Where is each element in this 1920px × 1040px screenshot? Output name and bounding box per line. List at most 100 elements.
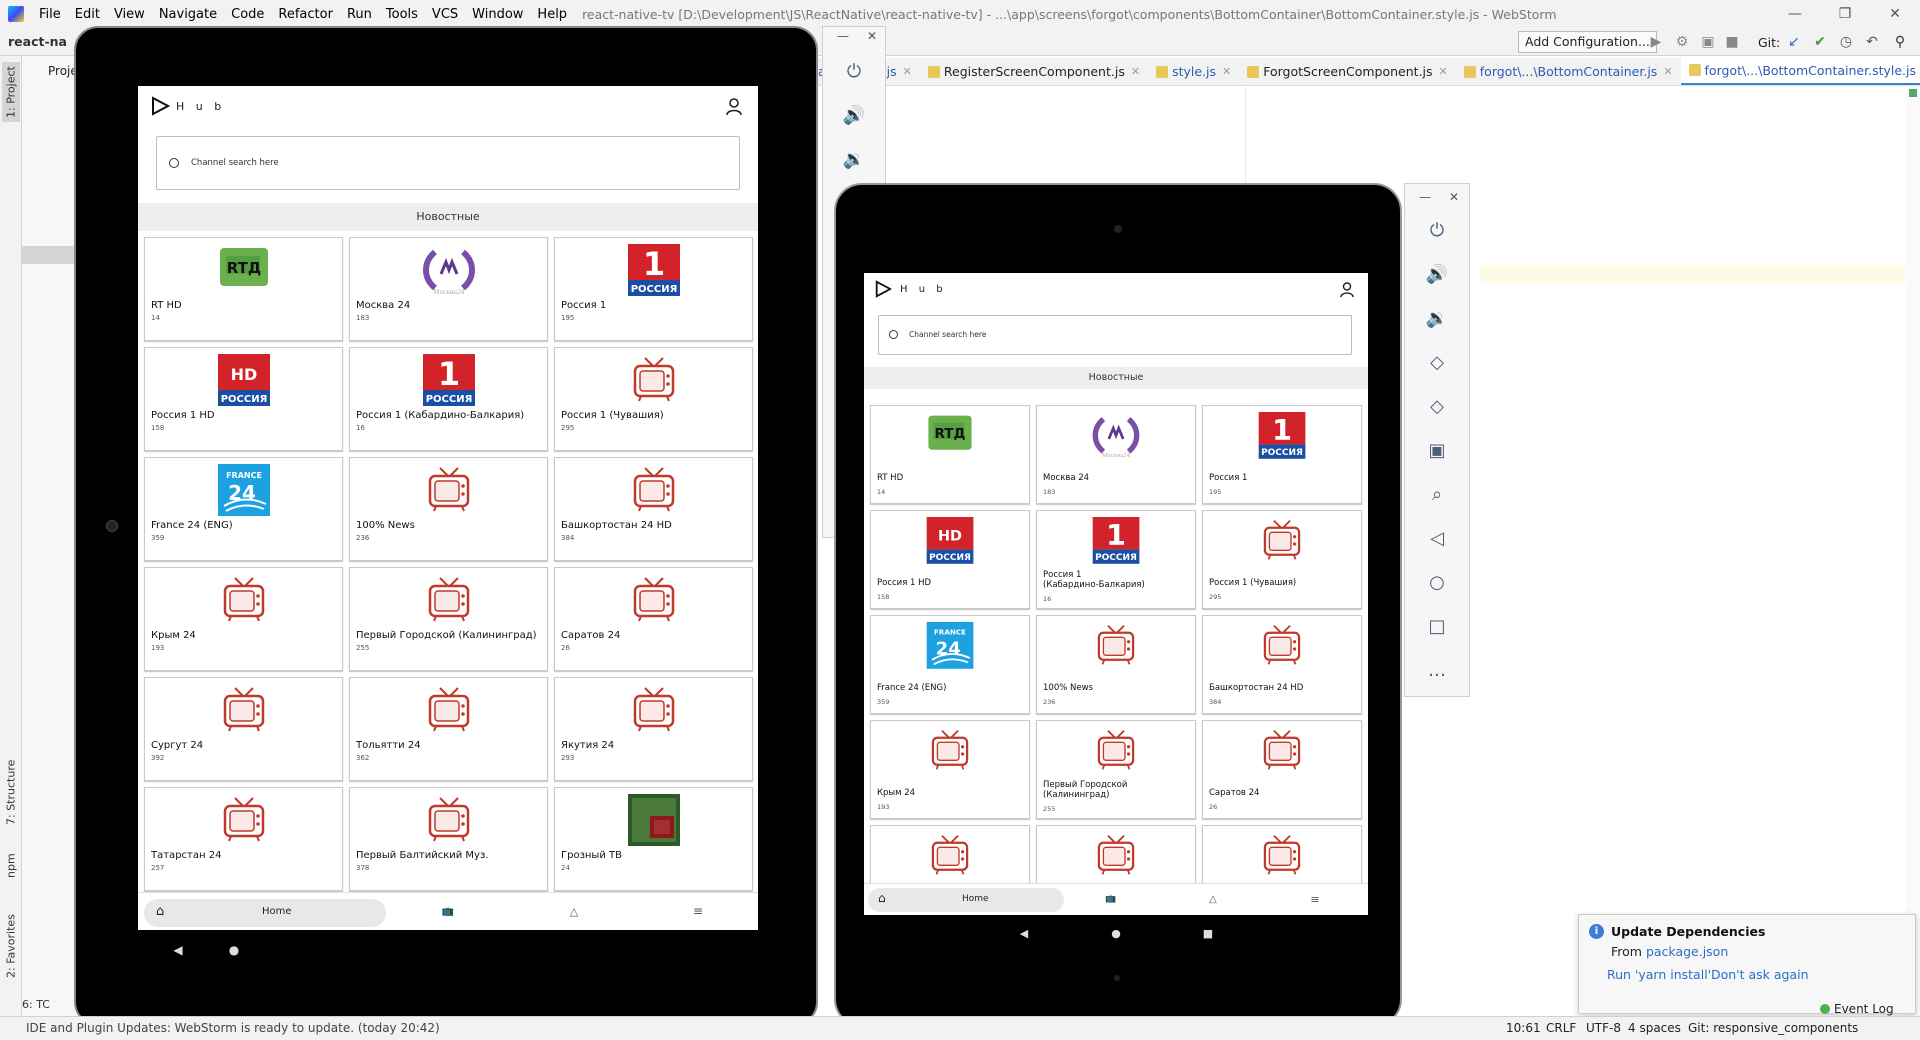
menu-view[interactable]: View [107,7,152,22]
channel-card[interactable]: HD РОССИЯ Россия 1 HD 158 [144,347,343,451]
caret-position[interactable]: 10:61 [1506,1021,1541,1035]
editor-tab[interactable]: ForgotScreenComponent.js ✕ [1239,58,1456,85]
git-commit-icon[interactable]: ✔ [1810,32,1830,52]
menu-tools[interactable]: Tools [379,7,425,22]
volume-down-icon[interactable]: 🔉 [823,141,885,177]
channel-card[interactable]: Москва24 Москва 24 183 [1036,405,1196,504]
menu-tab-icon[interactable]: ≡ [1308,892,1322,906]
nav-overview-icon[interactable]: ■ [1198,923,1218,943]
tool-tab-npm[interactable]: npm [2,846,20,886]
channel-card[interactable]: 1 РОССИЯ Россия 1 195 [554,237,753,341]
channel-card[interactable]: Россия 1 (Чувашия) 295 [1202,510,1362,609]
back-icon[interactable]: ◁ [1405,520,1469,556]
menu-edit[interactable]: Edit [68,7,107,22]
channel-card[interactable]: Татарстан 24 257 [144,787,343,891]
channel-card[interactable]: Саратов 24 26 [1202,720,1362,819]
channel-card[interactable]: Москва24 Москва 24 183 [349,237,548,341]
coverage-icon[interactable]: ▣ [1698,32,1718,52]
menu-run[interactable]: Run [340,7,379,22]
channel-card[interactable]: Якутия 24 293 [554,677,753,781]
channel-card[interactable]: HD РОССИЯ Россия 1 HD 158 [870,510,1030,609]
emulator1-minimize-button[interactable]: — [837,29,849,43]
close-tab-icon[interactable]: ✕ [1131,65,1140,78]
overview-icon[interactable]: □ [1405,608,1469,644]
minimize-window-button[interactable]: — [1772,0,1818,28]
channel-card[interactable]: Башкортостан 24 HD 384 [554,457,753,561]
channel-card[interactable]: 100% News 236 [1036,615,1196,714]
event-log-button[interactable]: Event Log [1820,1002,1894,1016]
inspection-ok-icon[interactable] [1909,89,1917,97]
debug-icon[interactable]: ⚙ [1672,32,1692,52]
volume-up-icon[interactable]: 🔊 [823,97,885,133]
editor-tab[interactable]: forgot\...\BottomContainer.style.js✕ [1680,58,1920,85]
profile-icon[interactable] [726,98,742,116]
emulator2-close-button[interactable]: ✕ [1449,190,1459,204]
tv-tab-icon[interactable]: 📺 [440,903,456,919]
home-tab[interactable]: ⌂ Home [868,888,1064,912]
tv-tab-icon[interactable]: 📺 [1104,892,1118,906]
profile-icon[interactable] [1340,282,1354,298]
tool-tab-structure[interactable]: 7: Structure [2,752,20,832]
menu-file[interactable]: File [32,7,68,22]
nav-home-icon[interactable]: ● [224,940,244,960]
channel-search-input[interactable]: Channel search here [156,136,740,190]
channel-card[interactable]: Крым 24 193 [144,567,343,671]
channel-card[interactable]: Тольятти 24 362 [349,677,548,781]
more-icon[interactable]: … [1405,652,1469,688]
rotate-right-icon[interactable]: ◇ [1405,388,1469,424]
tool-tab-favorites[interactable]: 2: Favorites [2,906,20,986]
status-message[interactable]: IDE and Plugin Updates: WebStorm is read… [26,1021,440,1035]
menu-help[interactable]: Help [530,7,574,22]
home-tab[interactable]: ⌂ Home [144,899,386,927]
alert-tab-icon[interactable]: △ [1206,892,1220,906]
power-icon[interactable]: ⏻ [823,53,885,89]
editor-tab[interactable]: RegisterScreenComponent.js ✕ [920,58,1148,85]
git-branch[interactable]: Git: responsive_components [1688,1021,1858,1035]
home-icon[interactable]: ○ [1405,564,1469,600]
indent-setting[interactable]: 4 spaces [1628,1021,1681,1035]
line-separator[interactable]: CRLF [1546,1021,1576,1035]
channel-card[interactable]: FRANCE 24 France 24 (ENG) 359 [144,457,343,561]
project-breadcrumb[interactable]: react-na [8,34,67,49]
close-window-button[interactable]: ✕ [1872,0,1918,28]
camera-icon[interactable]: ▣ [1405,432,1469,468]
editor-tab[interactable]: forgot\...\BottomContainer.js ✕ [1456,58,1681,85]
menu-code[interactable]: Code [224,7,271,22]
stop-icon[interactable]: ■ [1722,32,1742,52]
channel-card[interactable]: 1 РОССИЯ Россия 1 (Кабардино-Балкария) 16 [349,347,548,451]
volume-up-icon[interactable]: 🔊 [1405,256,1469,292]
volume-down-icon[interactable]: 🔉 [1405,300,1469,336]
editor-tab[interactable]: style.js ✕ [1148,58,1239,85]
channel-card[interactable]: 1 РОССИЯ Россия 1 195 [1202,405,1362,504]
channel-card[interactable]: Башкортостан 24 HD 384 [1202,615,1362,714]
channel-card[interactable]: Грозный ТВ 24 [554,787,753,891]
channel-card[interactable]: Россия 1 (Чувашия) 295 [554,347,753,451]
git-update-icon[interactable]: ↙ [1784,32,1804,52]
git-history-icon[interactable]: ◷ [1836,32,1856,52]
channel-search-input[interactable]: Channel search here [878,315,1352,355]
selected-tree-row[interactable] [22,246,82,264]
run-icon[interactable]: ▶ [1646,32,1666,52]
channel-card[interactable]: Сургут 24 392 [144,677,343,781]
menu-tab-icon[interactable]: ≡ [690,903,706,919]
run-yarn-install-link[interactable]: Run 'yarn install' [1607,967,1711,982]
tool-tab-project[interactable]: 1: Project [2,62,20,122]
close-tab-icon[interactable]: ✕ [1663,65,1672,78]
nav-back-icon[interactable]: ◀ [168,940,188,960]
emulator1-close-button[interactable]: ✕ [867,29,877,43]
channel-card[interactable]: RTД RT HD 14 [870,405,1030,504]
nav-back-icon[interactable]: ◀ [1014,923,1034,943]
zoom-icon[interactable]: ⌕ [1405,476,1469,512]
channel-card[interactable]: RTД RT HD 14 [144,237,343,341]
close-tab-icon[interactable]: ✕ [903,65,912,78]
channel-card[interactable]: Первый Городской (Калининград) 255 [349,567,548,671]
menu-refactor[interactable]: Refactor [271,7,340,22]
search-everywhere-icon[interactable]: ⚲ [1890,32,1910,52]
add-configuration-button[interactable]: Add Configuration... [1518,31,1657,53]
menu-window[interactable]: Window [465,7,530,22]
power-icon[interactable]: ⏻ [1405,212,1469,248]
menu-vcs[interactable]: VCS [425,7,465,22]
package-json-link[interactable]: package.json [1646,944,1728,959]
channel-card[interactable]: Первый Балтийский Муз. 378 [349,787,548,891]
rotate-left-icon[interactable]: ◇ [1405,344,1469,380]
